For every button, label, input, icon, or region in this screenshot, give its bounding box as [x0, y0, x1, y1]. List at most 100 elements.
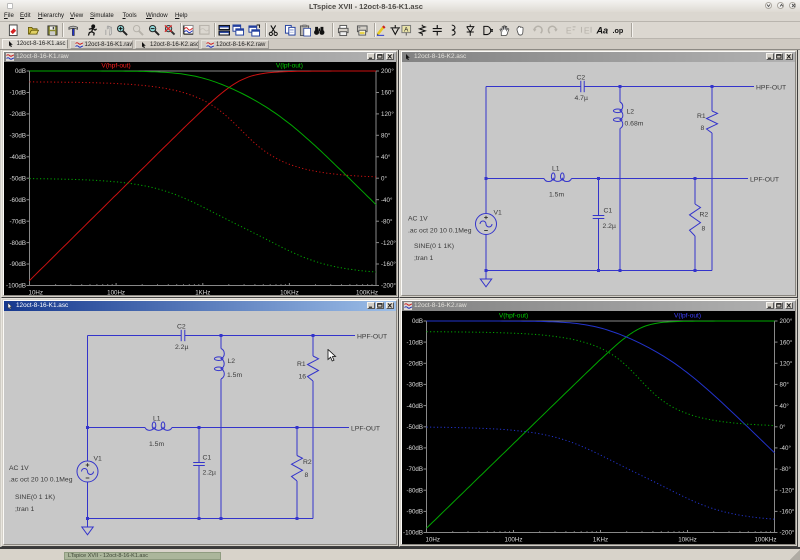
svg-text:-200°: -200° [381, 283, 396, 290]
svg-text:160°: 160° [381, 90, 394, 97]
svg-text:LPF-OUT: LPF-OUT [351, 426, 380, 433]
svg-text:C1: C1 [203, 455, 212, 462]
svg-text:200°: 200° [780, 318, 793, 325]
svg-text:R2: R2 [303, 459, 312, 466]
svg-text:-10dB: -10dB [406, 339, 423, 346]
svg-text:-160°: -160° [780, 509, 795, 516]
svg-text:2.2µ: 2.2µ [175, 344, 188, 351]
svg-text:R1: R1 [297, 361, 306, 368]
svg-text:4.7µ: 4.7µ [575, 95, 588, 102]
svg-text:-40dB: -40dB [9, 154, 26, 161]
svg-text:.ac oct 20 10 0.1Meg: .ac oct 20 10 0.1Meg [9, 477, 73, 484]
svg-text:;tran 1: ;tran 1 [414, 255, 433, 262]
svg-text:-20dB: -20dB [9, 111, 26, 118]
svg-text:-200°: -200° [780, 530, 795, 537]
svg-text:1KHz: 1KHz [593, 537, 608, 544]
svg-text:V1: V1 [494, 210, 503, 217]
svg-text:-40°: -40° [780, 445, 792, 452]
svg-text:10KHz: 10KHz [280, 290, 299, 296]
svg-text:-70dB: -70dB [406, 466, 423, 473]
svg-text:L2: L2 [228, 358, 236, 365]
svg-text:-100dB: -100dB [403, 530, 423, 537]
svg-text:HPF-OUT: HPF-OUT [756, 85, 786, 92]
svg-text:100Hz: 100Hz [505, 537, 523, 544]
svg-text:L1: L1 [153, 416, 161, 423]
svg-text:1.5m: 1.5m [149, 441, 164, 448]
svg-text:-100dB: -100dB [6, 283, 26, 290]
svg-text:-120°: -120° [381, 240, 396, 247]
svg-text:-20dB: -20dB [406, 361, 423, 368]
svg-text:L1: L1 [552, 166, 560, 173]
svg-text:;tran 1: ;tran 1 [15, 506, 34, 513]
svg-text:10KHz: 10KHz [678, 537, 697, 544]
svg-text:-50dB: -50dB [9, 176, 26, 183]
svg-text:1.5m: 1.5m [549, 192, 564, 199]
svg-text:100KHz: 100KHz [356, 290, 378, 296]
svg-text:-30dB: -30dB [9, 133, 26, 140]
svg-text:-40°: -40° [381, 197, 393, 204]
svg-text:-80°: -80° [780, 466, 792, 473]
svg-text:1.5m: 1.5m [227, 372, 242, 379]
svg-text:-90dB: -90dB [9, 261, 26, 268]
svg-text:-30dB: -30dB [406, 382, 423, 389]
svg-text:E: E [583, 26, 589, 36]
svg-text:0°: 0° [381, 176, 387, 183]
svg-text:2.2µ: 2.2µ [203, 470, 216, 477]
svg-text:80°: 80° [381, 133, 391, 140]
svg-text:200°: 200° [381, 68, 394, 75]
svg-text:40°: 40° [780, 403, 790, 410]
svg-text:-80dB: -80dB [406, 487, 423, 494]
svg-text:10Hz: 10Hz [426, 537, 440, 544]
svg-text:-90dB: -90dB [406, 509, 423, 516]
svg-text:0dB: 0dB [412, 318, 423, 325]
svg-text:V(hpf-out): V(hpf-out) [101, 63, 130, 70]
svg-text:V(lpf-out): V(lpf-out) [276, 63, 303, 70]
svg-text:-120°: -120° [780, 487, 795, 494]
svg-text:-50dB: -50dB [406, 424, 423, 431]
svg-text:-40dB: -40dB [406, 403, 423, 410]
svg-text:100Hz: 100Hz [107, 290, 125, 296]
svg-text:-60dB: -60dB [9, 197, 26, 204]
svg-text:-80°: -80° [381, 218, 393, 225]
svg-text:LPF-OUT: LPF-OUT [750, 177, 779, 184]
svg-text:8: 8 [305, 472, 309, 479]
svg-text:100KHz: 100KHz [754, 537, 776, 544]
svg-text:L2: L2 [627, 109, 635, 116]
svg-text:40°: 40° [381, 154, 391, 161]
svg-text:V(hpf-out): V(hpf-out) [499, 313, 528, 320]
svg-text:-10dB: -10dB [9, 90, 26, 97]
svg-text:0dB: 0dB [15, 68, 26, 75]
svg-text:-60dB: -60dB [406, 445, 423, 452]
svg-text:10Hz: 10Hz [29, 290, 43, 296]
svg-text:.ac oct 20 10 0.1Meg: .ac oct 20 10 0.1Meg [408, 228, 472, 235]
svg-text:120°: 120° [381, 111, 394, 118]
svg-text:C1: C1 [604, 208, 613, 215]
svg-text:120°: 120° [780, 361, 793, 368]
svg-text:1KHz: 1KHz [195, 290, 210, 296]
svg-text:R1: R1 [697, 113, 706, 120]
svg-text:AC 1V: AC 1V [408, 216, 428, 223]
svg-text:80°: 80° [780, 382, 790, 389]
svg-text:HPF-OUT: HPF-OUT [357, 334, 387, 341]
svg-text:Aa: Aa [596, 26, 608, 36]
svg-text:E: E [565, 26, 571, 36]
svg-text:-80dB: -80dB [9, 240, 26, 247]
svg-text:-70dB: -70dB [9, 218, 26, 225]
svg-text:R2: R2 [700, 212, 709, 219]
svg-text:V(lpf-out): V(lpf-out) [674, 313, 701, 320]
svg-text:160°: 160° [780, 339, 793, 346]
svg-text:2.2µ: 2.2µ [603, 223, 616, 230]
svg-text:SINE(0 1 1K): SINE(0 1 1K) [15, 494, 55, 501]
svg-text:0°: 0° [780, 424, 786, 431]
svg-text:C2: C2 [177, 324, 186, 331]
svg-text:C2: C2 [577, 75, 586, 82]
svg-text:.op: .op [612, 26, 623, 35]
svg-text:SINE(0 1 1K): SINE(0 1 1K) [414, 243, 454, 250]
svg-text:8: 8 [702, 226, 706, 233]
svg-text:8: 8 [701, 125, 705, 132]
svg-text:16: 16 [299, 374, 307, 381]
svg-text:V1: V1 [94, 456, 103, 463]
svg-text:0.68m: 0.68m [625, 121, 644, 128]
svg-text:AC 1V: AC 1V [9, 465, 29, 472]
svg-text:-160°: -160° [381, 261, 396, 268]
